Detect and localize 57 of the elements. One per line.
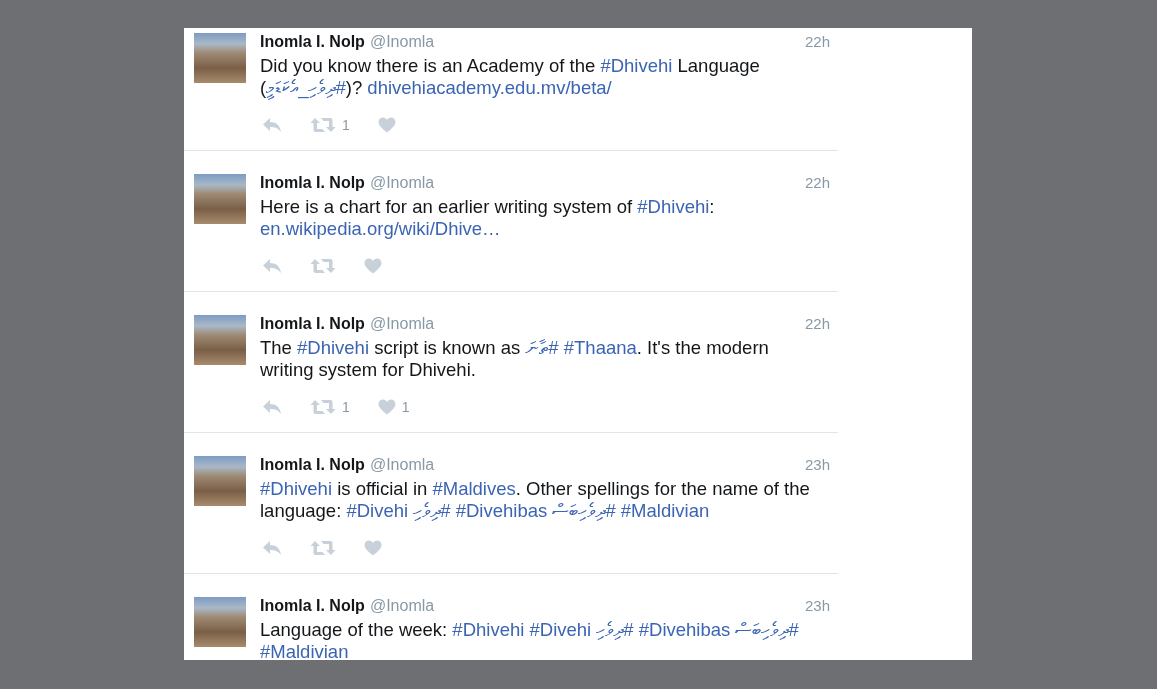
- avatar-photo-placeholder: [194, 456, 246, 506]
- timestamp[interactable]: 23h: [804, 456, 830, 473]
- heart-icon[interactable]: [377, 117, 396, 133]
- hashtag-link[interactable]: #Divehi: [346, 500, 409, 521]
- author-handle[interactable]: @Inomla: [369, 597, 435, 615]
- timestamp[interactable]: 22h: [804, 174, 830, 191]
- tweet-text: Here is a chart for an earlier writing system of #Dhivehi: en.wikipedia.org/wiki/Dhive…: [260, 196, 716, 240]
- reply-icon[interactable]: [262, 399, 282, 415]
- like-count: 1: [401, 399, 410, 415]
- reply-icon[interactable]: [262, 117, 282, 133]
- hashtag-link[interactable]: #Divehibas: [638, 619, 731, 640]
- hashtag-link[interactable]: #ދިވެހި_އެކަޑަމީ: [266, 77, 346, 98]
- author-name[interactable]: Inomla I. Nolp: [260, 597, 365, 615]
- reply-icon[interactable]: [262, 540, 282, 556]
- author-handle[interactable]: @Inomla: [369, 33, 435, 51]
- author-name[interactable]: Inomla I. Nolp: [260, 174, 365, 192]
- hashtag-link[interactable]: #Dhivehi: [600, 55, 673, 76]
- retweet-count: 1: [342, 399, 350, 415]
- author-handle[interactable]: @Inomla: [369, 174, 435, 192]
- author-name[interactable]: Inomla I. Nolp: [260, 315, 365, 333]
- retweet-icon[interactable]: [310, 399, 336, 415]
- author-handle[interactable]: @Inomla: [369, 456, 435, 474]
- timestamp[interactable]: 22h: [804, 33, 830, 50]
- hashtag-link[interactable]: #Dhivehi: [637, 196, 710, 217]
- url-link[interactable]: dhivehiacademy.edu.mv/beta/: [367, 77, 612, 98]
- hashtag-link[interactable]: #Dhivehi: [452, 619, 525, 640]
- url-link[interactable]: en.wikipedia.org/wiki/Dhive…: [260, 218, 501, 239]
- retweet-count: 1: [342, 117, 350, 133]
- avatar-photo-placeholder: [194, 174, 246, 224]
- reply-icon[interactable]: [262, 258, 282, 274]
- heart-icon[interactable]: [377, 399, 396, 415]
- retweet-icon[interactable]: [310, 258, 336, 274]
- hashtag-link[interactable]: #Dhivehi: [260, 478, 332, 499]
- hashtag-link[interactable]: #Divehibas: [455, 500, 548, 521]
- heart-icon[interactable]: [364, 540, 382, 556]
- author-name[interactable]: Inomla I. Nolp: [260, 33, 365, 51]
- hashtag-link[interactable]: #Thaana: [563, 337, 637, 358]
- avatar-photo-placeholder: [194, 315, 246, 365]
- hashtag-link[interactable]: #ދިވެހިބަސް: [552, 500, 616, 521]
- timestamp[interactable]: 23h: [804, 597, 830, 614]
- hashtag-link[interactable]: #Divehi: [529, 619, 592, 640]
- hashtag-link[interactable]: #Maldivian: [620, 500, 710, 521]
- retweet-icon[interactable]: [310, 540, 336, 556]
- hashtag-link[interactable]: #ދިވެހި: [413, 500, 451, 521]
- hashtag-link[interactable]: #ދިވެހިބަސް: [735, 619, 799, 640]
- timestamp[interactable]: 22h: [804, 315, 830, 332]
- avatar-photo-placeholder: [194, 33, 246, 83]
- hashtag-link[interactable]: #Maldivian: [260, 641, 349, 660]
- hashtag-link[interactable]: #Maldives: [432, 478, 516, 499]
- author-handle[interactable]: @Inomla: [369, 315, 435, 333]
- author-name[interactable]: Inomla I. Nolp: [260, 456, 365, 474]
- hashtag-link[interactable]: #ދިވެހި: [596, 619, 634, 640]
- retweet-icon[interactable]: [310, 117, 336, 133]
- hashtag-link[interactable]: #Dhivehi: [297, 337, 370, 358]
- hashtag-link[interactable]: #ތާނަ: [525, 337, 559, 358]
- heart-icon[interactable]: [364, 258, 382, 274]
- avatar-photo-placeholder: [194, 597, 246, 647]
